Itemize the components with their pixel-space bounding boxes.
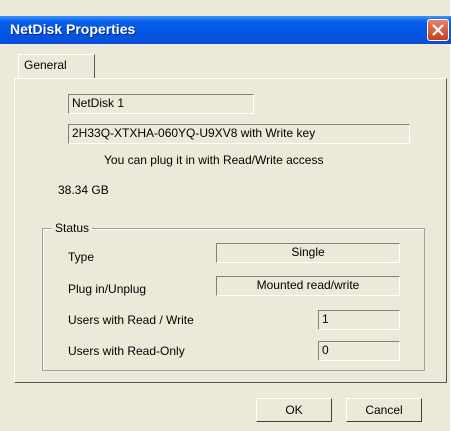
- plug-value-field: Mounted read/write: [216, 276, 400, 296]
- rw-users-field[interactable]: 1: [318, 310, 400, 330]
- title-bar[interactable]: NetDisk Properties: [0, 16, 451, 44]
- cancel-button[interactable]: Cancel: [346, 398, 422, 422]
- tab-general[interactable]: General: [18, 54, 95, 78]
- capacity-text: 38.34 GB: [58, 183, 109, 197]
- type-label: Type: [68, 250, 95, 264]
- type-value-field: Single: [216, 243, 400, 263]
- netdisk-name-field[interactable]: NetDisk 1: [68, 94, 254, 114]
- window-title: NetDisk Properties: [10, 21, 136, 37]
- ro-users-field[interactable]: 0: [318, 341, 400, 361]
- close-button[interactable]: [427, 19, 449, 41]
- netdisk-key-field[interactable]: 2H33Q-XTXHA-060YQ-U9XV8 with Write key: [68, 124, 410, 144]
- plug-label: Plug in/Unplug: [68, 282, 147, 296]
- access-note: You can plug it in with Read/Write acces…: [104, 153, 324, 167]
- ok-button[interactable]: OK: [256, 398, 332, 422]
- rw-users-label: Users with Read / Write: [68, 313, 194, 327]
- ro-users-label: Users with Read-Only: [68, 344, 185, 358]
- status-group-title: Status: [52, 221, 93, 235]
- close-icon: [432, 24, 444, 36]
- netdisk-properties-dialog: NetDisk Properties General NetDisk 1 2H3…: [0, 0, 451, 431]
